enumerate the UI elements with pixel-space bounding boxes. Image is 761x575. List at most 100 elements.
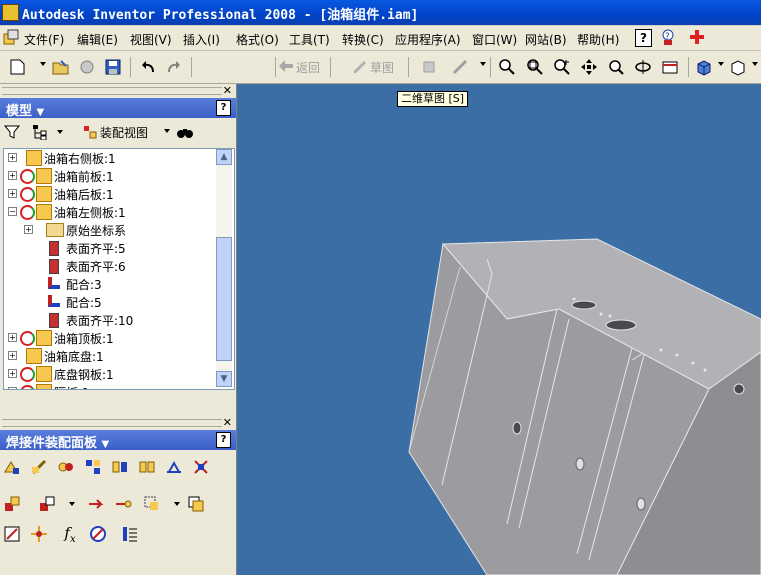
display-mode-icon[interactable] (693, 56, 715, 78)
tree-item[interactable]: 表面齐平:5 (4, 239, 216, 257)
app-icon[interactable] (2, 4, 19, 21)
menu-view[interactable]: 视图(V) (130, 31, 172, 48)
cosmetic-weld-icon[interactable] (81, 455, 105, 479)
tree-item[interactable]: + 油箱顶板:1 (4, 329, 216, 347)
sketch-plane-icon[interactable] (0, 522, 24, 546)
sketch-button[interactable]: 草图 (352, 58, 402, 76)
assembly-view-button[interactable]: 装配视图 (82, 123, 172, 141)
end-fill-icon[interactable] (189, 455, 213, 479)
zoom-icon[interactable] (551, 56, 573, 78)
bom-icon[interactable] (118, 522, 142, 546)
expand-icon[interactable]: + (8, 153, 17, 162)
update-icon[interactable] (418, 56, 440, 78)
expand-icon[interactable]: + (8, 369, 17, 378)
work-point-icon[interactable] (27, 522, 51, 546)
zoom-selected-icon[interactable] (605, 56, 627, 78)
save-icon[interactable] (102, 56, 124, 78)
tree-scrollbar[interactable]: ▲ ▼ (216, 149, 232, 387)
tree-item[interactable]: 配合:5 (4, 293, 216, 311)
expand-icon[interactable]: + (8, 351, 17, 360)
tree-item[interactable]: 表面齐平:6 (4, 257, 216, 275)
menu-convert[interactable]: 转换(C) (342, 31, 384, 48)
tree-item[interactable]: + 油箱右侧板:1 (4, 149, 216, 167)
redo-icon[interactable] (163, 56, 185, 78)
weld-panel-header[interactable]: 焊接件装配面板 ▼ ? (0, 430, 236, 451)
tree-item[interactable]: + 油箱前板:1 (4, 167, 216, 185)
menu-insert[interactable]: 插入(I) (183, 31, 220, 48)
whats-this-icon[interactable]: ? (635, 29, 652, 47)
tree-item[interactable]: 配合:3 (4, 275, 216, 293)
menu-format[interactable]: 格式(O) (236, 31, 279, 48)
preparation-icon[interactable] (135, 455, 159, 479)
component-dropdown-icon[interactable] (69, 502, 75, 506)
replace-component-icon[interactable] (184, 492, 208, 516)
document-icon[interactable] (3, 29, 19, 45)
tree-dropdown-icon[interactable] (57, 130, 63, 134)
measure-icon[interactable] (450, 56, 472, 78)
menu-website[interactable]: 网站(B) (525, 31, 567, 48)
tank-assembly-model[interactable] (237, 84, 761, 575)
expand-icon[interactable]: + (8, 189, 17, 198)
tree-structure-icon[interactable] (32, 124, 48, 141)
help-assistant-icon[interactable]: ? (660, 29, 676, 46)
chevron-down-icon[interactable]: ▼ (37, 107, 45, 118)
expand-icon[interactable]: + (8, 333, 17, 342)
weld-symbol-icon[interactable] (162, 455, 186, 479)
machining-icon[interactable] (108, 455, 132, 479)
add-icon[interactable] (689, 29, 705, 45)
zoom-window-icon[interactable] (524, 56, 546, 78)
parameters-icon[interactable]: fx (58, 522, 82, 546)
help-icon[interactable]: ? (216, 100, 231, 116)
camera-icon[interactable] (727, 56, 749, 78)
tree-item[interactable]: − 油箱左侧板:1 (4, 203, 216, 221)
expand-icon[interactable]: + (8, 387, 17, 389)
scroll-thumb[interactable] (216, 237, 232, 361)
groove-weld-icon[interactable] (54, 455, 78, 479)
chevron-down-icon[interactable]: ▼ (102, 439, 110, 450)
mirror-icon[interactable] (111, 492, 135, 516)
pan-icon[interactable] (578, 56, 600, 78)
tree-item[interactable]: 表面齐平:10 (4, 311, 216, 329)
display-mode-dropdown-icon[interactable] (718, 62, 724, 66)
tree-item[interactable]: + 隔板:1 (4, 383, 216, 389)
tree-item[interactable]: + 原始坐标系 (4, 221, 216, 239)
fillet-weld-icon[interactable] (27, 455, 51, 479)
filter-icon[interactable] (3, 124, 21, 140)
model-panel-header[interactable]: 模型 ▼ ? (0, 98, 236, 119)
menu-applications[interactable]: 应用程序(A) (395, 31, 461, 48)
camera-dropdown-icon[interactable] (752, 62, 758, 66)
open-icon[interactable] (50, 56, 72, 78)
copy-component-icon[interactable] (140, 492, 164, 516)
look-at-icon[interactable] (659, 56, 681, 78)
create-component-icon[interactable] (35, 492, 59, 516)
menu-window[interactable]: 窗口(W) (472, 31, 517, 48)
undo-icon[interactable] (137, 56, 159, 78)
new-icon[interactable] (6, 56, 28, 78)
panel-grip[interactable] (2, 419, 222, 427)
menu-help[interactable]: 帮助(H) (577, 31, 619, 48)
place-component-icon[interactable] (0, 492, 24, 516)
collapse-icon[interactable]: − (8, 207, 17, 216)
rotate-icon[interactable] (632, 56, 654, 78)
expand-icon[interactable]: + (8, 171, 17, 180)
view-dropdown-icon[interactable] (164, 129, 170, 133)
menu-file[interactable]: 文件(F) (24, 31, 64, 48)
return-button[interactable]: 返回 (278, 58, 328, 76)
weld-bead-icon[interactable] (0, 455, 24, 479)
tree-item[interactable]: + 底盘钢板:1 (4, 365, 216, 383)
tree-item[interactable]: + 油箱底盘:1 (4, 347, 216, 365)
measure-dropdown-icon[interactable] (480, 62, 486, 66)
pattern-icon[interactable] (84, 492, 108, 516)
menu-tools[interactable]: 工具(T) (289, 31, 330, 48)
zoom-all-icon[interactable] (496, 56, 518, 78)
help-icon[interactable]: ? (216, 432, 231, 448)
expand-icon[interactable]: + (24, 225, 33, 234)
stop-icon[interactable] (86, 522, 110, 546)
new-dropdown-icon[interactable] (40, 62, 46, 66)
panel-grip[interactable] (2, 87, 222, 95)
copy-dropdown-icon[interactable] (174, 502, 180, 506)
find-icon[interactable] (176, 124, 194, 140)
tree-item[interactable]: + 油箱后板:1 (4, 185, 216, 203)
project-icon[interactable] (76, 56, 98, 78)
close-icon[interactable]: ✕ (223, 84, 232, 97)
